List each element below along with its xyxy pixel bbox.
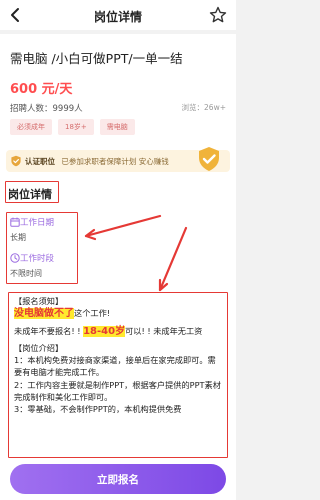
apply-now-button[interactable]: 立即报名 — [10, 464, 226, 494]
job-title: 需电脑 /小白可做PPT/一单一结 — [10, 51, 183, 66]
view-count: 浏览：26w+ — [181, 103, 226, 112]
shield-check-icon — [11, 155, 21, 167]
intro-heading: 【岗位介绍】 — [14, 342, 64, 353]
shield-badge-icon — [199, 147, 219, 171]
no-computer-highlight: 没电脑做不了 — [14, 308, 74, 320]
intro-line-2: 2：工作内容主要就是制作PPT，根据客户提供的PPT素材完成制作和美化工作即可。 — [14, 379, 221, 403]
page-title: 岗位详情 — [93, 10, 142, 24]
top-bar: 岗位详情 — [0, 0, 236, 30]
job-description: 【报名须知】 没电脑做不了这个工作! 未成年不要报名! ! 18-40岁可以! … — [14, 295, 222, 416]
annotation-arrows — [84, 214, 188, 292]
verify-description: 已参加求职者保障计划 安心赚钱 — [61, 157, 169, 166]
no-computer-rest: 这个工作! — [74, 308, 111, 319]
star-outline-icon[interactable] — [208, 5, 228, 25]
salary: 600 元/天 — [10, 82, 73, 97]
minors-pre: 未成年不要报名! ! — [14, 325, 81, 336]
minors-post: 可以! ! 未成年无工资 — [125, 325, 203, 336]
job-details-section: 岗位详情 工作日期 长期 工作时段 不限时间 【报名须知】 没电脑做不了这个工作 — [0, 178, 236, 500]
minors-line: 未成年不要报名! ! 18-40岁可以! ! 未成年无工资 — [14, 325, 222, 338]
verified-job-banner[interactable]: 认证职位 已参加求职者保障计划 安心赚钱 — [6, 147, 230, 172]
job-tags: 必须成年 18岁+ 需电脑 — [10, 119, 135, 135]
tag-age: 18岁+ — [58, 119, 94, 135]
tag-needs-computer: 需电脑 — [99, 119, 135, 135]
verify-text: 认证职位 已参加求职者保障计划 安心赚钱 — [25, 156, 169, 167]
no-computer-line: 没电脑做不了这个工作! — [14, 307, 222, 320]
hire-count: 招聘人数：9999人 — [10, 104, 83, 114]
intro-line-1: 1：本机构免费对接商家渠道，接单后在家完成即可。需要有电脑才能完成工作。 — [14, 355, 216, 378]
bottom-action-bar: 立即报名 — [0, 458, 236, 500]
verify-label: 认证职位 — [25, 157, 55, 166]
tag-adult-required: 必须成年 — [10, 119, 52, 135]
age-highlight: 18-40岁 — [83, 325, 126, 337]
notice-heading: 【报名须知】 — [14, 296, 64, 306]
intro-line-3: 3：零基础，不会制作PPT的，本机构提供免费 — [14, 404, 182, 415]
